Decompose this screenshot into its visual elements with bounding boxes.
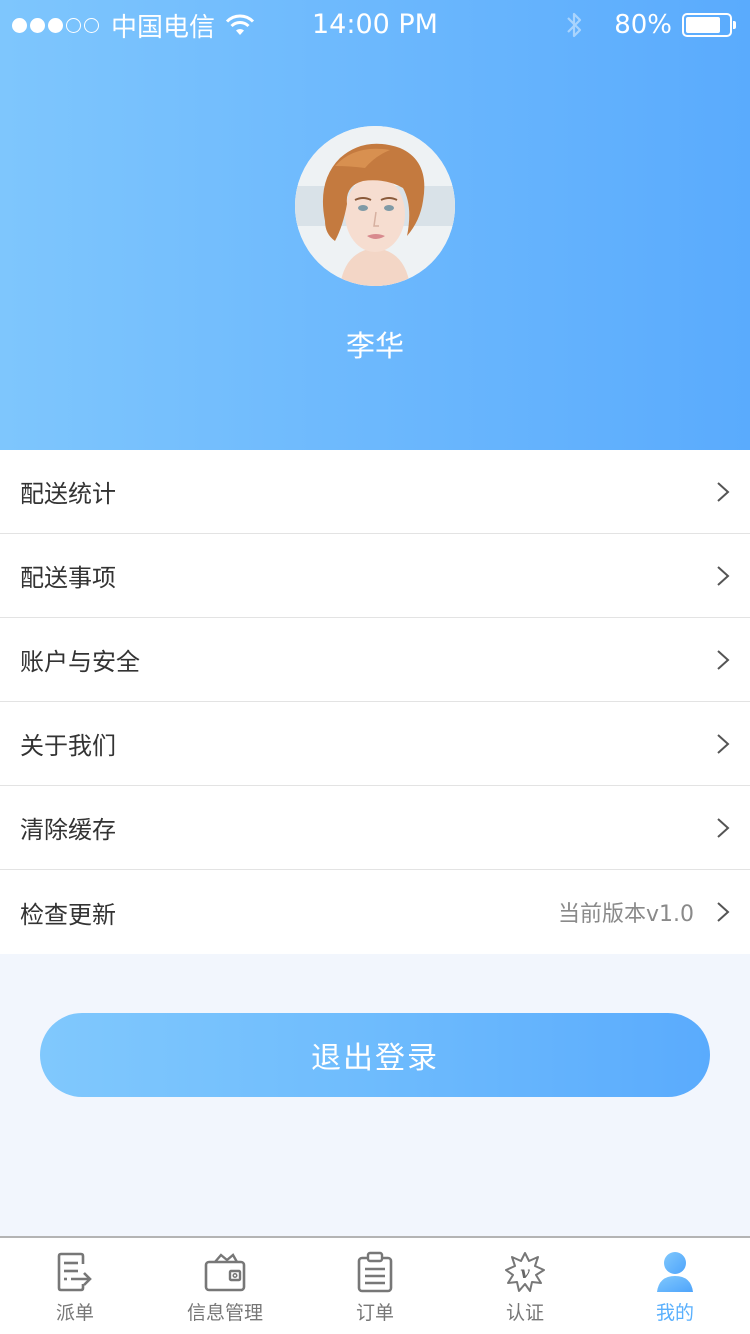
menu-item-label: 配送统计 [20, 480, 116, 508]
current-version: 当前版本v1.0 [557, 902, 694, 927]
menu-item-label: 账户与安全 [20, 648, 140, 676]
tab-info-management[interactable]: 信息管理 [150, 1238, 300, 1334]
menu-item-label: 清除缓存 [20, 816, 116, 844]
status-right: 80% [564, 8, 736, 42]
menu-item-label: 检查更新 [20, 900, 116, 929]
wallet-icon [204, 1253, 246, 1292]
menu-item-label: 关于我们 [20, 732, 116, 760]
tab-mine[interactable]: 我的 [600, 1238, 750, 1334]
avatar-portrait-icon [295, 126, 455, 286]
verified-badge-icon: v [505, 1252, 545, 1292]
tab-label: 订单 [355, 1302, 394, 1324]
chevron-right-icon [717, 649, 730, 670]
battery-icon [682, 13, 736, 37]
status-bar: 中国电信 14:00 PM 80% [0, 0, 750, 50]
tab-label: 信息管理 [186, 1302, 263, 1324]
tab-verification[interactable]: v 认证 [450, 1238, 600, 1334]
menu-item-delivery-stats[interactable]: 配送统计 [0, 450, 750, 534]
profile-header: 中国电信 14:00 PM 80% 李华 [0, 0, 750, 450]
chevron-right-icon [717, 902, 730, 922]
menu-item-check-update[interactable]: 检查更新 当前版本v1.0 [0, 870, 750, 954]
tab-label: 认证 [505, 1302, 544, 1324]
bottom-tab-bar: 派单 信息管理 订单 v 认证 我的 [0, 1236, 750, 1334]
chevron-right-icon [717, 481, 730, 502]
tab-label: 派单 [55, 1302, 94, 1324]
menu-item-about-us[interactable]: 关于我们 [0, 702, 750, 786]
settings-menu: 配送统计 配送事项 账户与安全 关于我们 清除缓存 检查更新 当前版本v1.0 [0, 450, 750, 954]
svg-text:v: v [520, 1263, 530, 1282]
chevron-right-icon [717, 733, 730, 754]
bluetooth-icon [567, 12, 582, 38]
logout-button[interactable]: 退出登录 [40, 1013, 710, 1097]
chevron-right-icon [717, 817, 730, 838]
avatar[interactable] [295, 126, 455, 286]
menu-item-account-security[interactable]: 账户与安全 [0, 618, 750, 702]
tab-dispatch[interactable]: 派单 [0, 1238, 150, 1334]
chevron-right-icon [717, 565, 730, 586]
battery-percent: 80% [614, 10, 672, 40]
user-icon [657, 1252, 693, 1292]
menu-item-label: 配送事项 [20, 564, 116, 592]
menu-item-clear-cache[interactable]: 清除缓存 [0, 786, 750, 870]
battery-nub [733, 21, 736, 29]
clipboard-icon [357, 1251, 393, 1293]
battery-fill [686, 17, 720, 33]
dispatch-icon [57, 1252, 92, 1292]
tab-orders[interactable]: 订单 [300, 1238, 450, 1334]
tab-label: 我的 [655, 1302, 694, 1324]
menu-item-delivery-matters[interactable]: 配送事项 [0, 534, 750, 618]
user-name: 李华 [345, 329, 404, 363]
